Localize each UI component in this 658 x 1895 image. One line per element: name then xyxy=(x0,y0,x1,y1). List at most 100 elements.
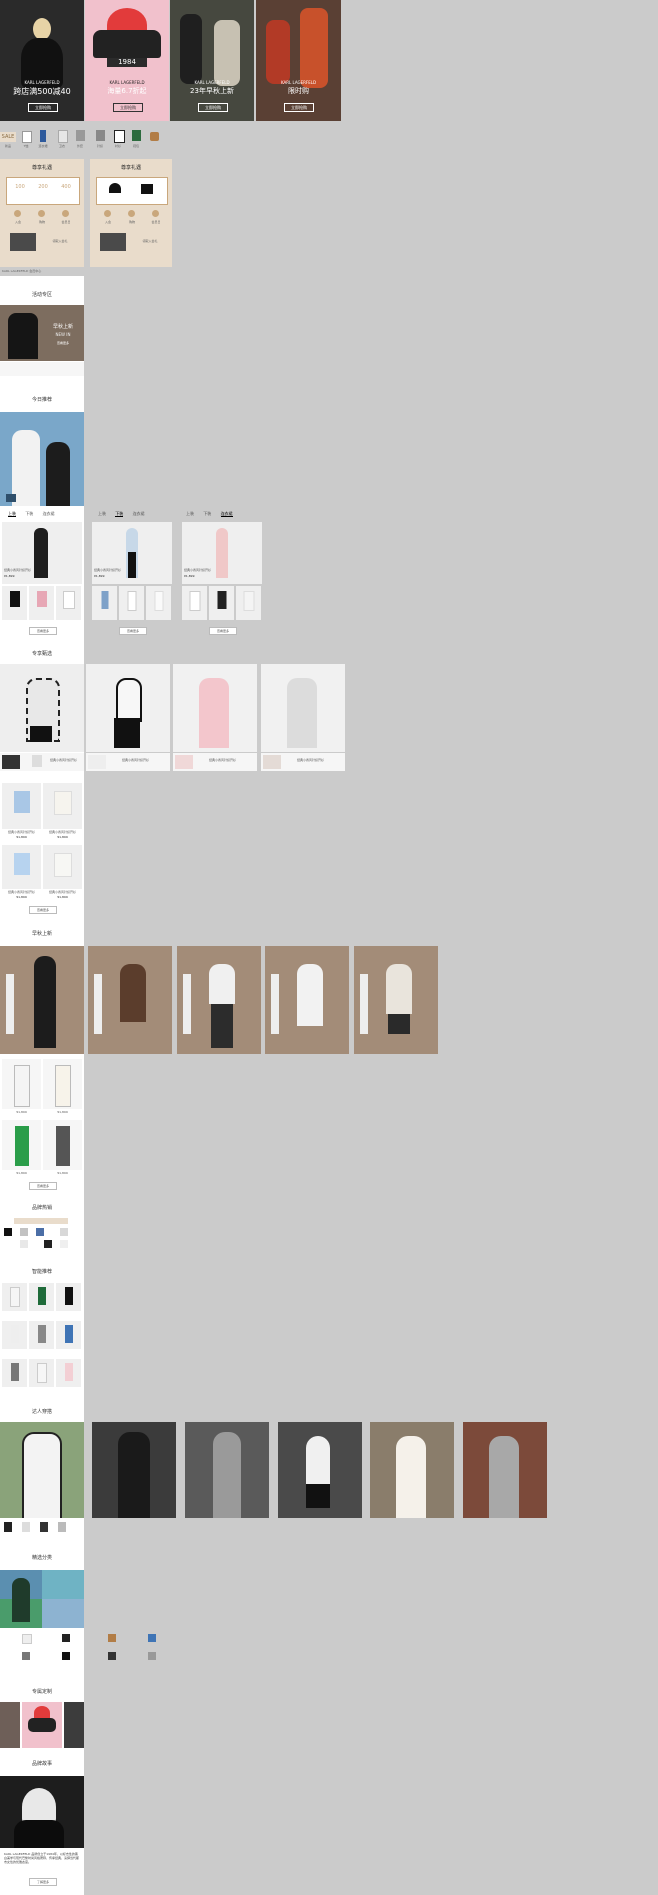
vip-card-foot[interactable]: 领取入会礼 xyxy=(130,239,170,243)
vip-card[interactable]: 尊享礼遇 100 200 400 入会 购物 会员日 领取入会礼 xyxy=(0,159,84,267)
look-image[interactable] xyxy=(354,946,438,1054)
product-thumb[interactable] xyxy=(22,1652,30,1660)
look-image[interactable] xyxy=(265,946,349,1054)
tab-dresses[interactable]: 连衣裙 xyxy=(220,511,233,517)
banner-4[interactable]: KARL LAGERFELD 限时购 立即抢购 xyxy=(256,0,341,121)
tab-bottoms[interactable]: 下装 xyxy=(203,511,211,516)
product-card[interactable] xyxy=(92,586,117,620)
product-thumb[interactable] xyxy=(22,1522,30,1532)
hero-image[interactable] xyxy=(0,412,84,506)
product-card[interactable] xyxy=(2,1120,41,1170)
vip-card[interactable]: 尊享礼遇 入会 购物 会员日 领取入会礼 xyxy=(90,159,172,267)
product-thumb[interactable] xyxy=(4,1228,12,1236)
more-button[interactable]: 查看更多 xyxy=(29,906,57,914)
influencer-image[interactable] xyxy=(185,1422,269,1518)
tab-tops[interactable]: 上装 xyxy=(186,511,194,516)
product-thumb[interactable] xyxy=(36,1228,44,1236)
more-button[interactable]: 查看更多 xyxy=(119,627,147,635)
product-card[interactable] xyxy=(43,1059,82,1109)
product-card[interactable] xyxy=(29,586,54,620)
influencer-image[interactable] xyxy=(278,1422,362,1518)
tab-bottoms[interactable]: 下装 xyxy=(25,511,33,516)
more-button[interactable]: 查看更多 xyxy=(29,627,57,635)
banner-cta-button[interactable]: 立即抢购 xyxy=(28,103,58,112)
banner-cta-button[interactable]: 立即抢购 xyxy=(113,103,143,112)
bag-icon[interactable] xyxy=(150,132,159,141)
product-card[interactable] xyxy=(119,586,144,620)
influencer-image[interactable] xyxy=(370,1422,454,1518)
product-card[interactable] xyxy=(2,783,41,829)
tab-bottoms[interactable]: 下装 xyxy=(115,511,124,517)
promo-cta[interactable]: 查看更多 xyxy=(44,341,82,345)
banner-cta-button[interactable]: 立即抢购 xyxy=(198,103,228,112)
product-card[interactable] xyxy=(29,1359,54,1387)
product-card[interactable] xyxy=(56,1283,81,1311)
look-image[interactable] xyxy=(0,946,84,1054)
hoodie-icon[interactable] xyxy=(58,130,68,143)
product-thumb[interactable] xyxy=(22,1634,32,1644)
product-card[interactable] xyxy=(43,1120,82,1170)
more-button[interactable]: 查看更多 xyxy=(209,627,237,635)
product-thumb[interactable] xyxy=(148,1652,156,1660)
product-card[interactable] xyxy=(29,1321,54,1349)
product-thumb[interactable] xyxy=(4,1522,12,1532)
product-thumb[interactable] xyxy=(20,1228,28,1236)
product-thumb[interactable] xyxy=(58,1522,66,1532)
look-image[interactable] xyxy=(173,664,257,752)
product-thumb[interactable] xyxy=(62,1652,70,1660)
look-image[interactable] xyxy=(0,664,84,752)
category-tile[interactable] xyxy=(42,1570,84,1599)
coat-icon[interactable] xyxy=(76,130,85,141)
tab-tops[interactable]: 上装 xyxy=(98,511,106,516)
shoe-icon[interactable] xyxy=(108,1652,116,1660)
sweater-icon[interactable] xyxy=(132,130,141,141)
product-thumb[interactable] xyxy=(60,1228,68,1236)
product-card[interactable] xyxy=(2,1359,27,1387)
influencer-image[interactable] xyxy=(463,1422,547,1518)
featured-product[interactable]: 经典小香风针织开衫 ¥1,899 xyxy=(92,522,172,584)
product-card[interactable] xyxy=(146,586,171,620)
shirt-icon[interactable] xyxy=(114,130,125,143)
product-card[interactable] xyxy=(2,1059,41,1109)
featured-product[interactable]: 经典小香风针织开衫 ¥1,899 xyxy=(182,522,262,584)
vip-card-foot[interactable]: 领取入会礼 xyxy=(40,239,80,243)
carousel-image[interactable] xyxy=(0,1702,20,1748)
look-image[interactable] xyxy=(88,946,172,1054)
banner-2[interactable]: 1984 KARL LAGERFELD 海量6.7折起 立即抢购 xyxy=(85,0,169,121)
promo-banner[interactable]: 早秋上新 NEW IN 查看更多 xyxy=(0,305,84,361)
bag-icon[interactable] xyxy=(108,1634,116,1642)
product-thumb[interactable] xyxy=(60,1240,68,1248)
product-card[interactable] xyxy=(43,783,82,829)
influencer-image[interactable] xyxy=(92,1422,176,1518)
product-card[interactable] xyxy=(2,845,41,889)
product-card[interactable] xyxy=(2,1321,27,1349)
product-card[interactable] xyxy=(209,586,234,620)
product-thumb[interactable] xyxy=(20,1240,28,1248)
banner-1[interactable]: KARL LAGERFELD 跨店满500减40 立即抢购 xyxy=(0,0,84,121)
product-card[interactable] xyxy=(2,586,27,620)
product-card[interactable] xyxy=(56,1359,81,1387)
banner-3[interactable]: KARL LAGERFELD 23年早秋上新 立即抢购 xyxy=(170,0,254,121)
knit-icon[interactable] xyxy=(96,130,105,141)
product-card[interactable] xyxy=(56,586,81,620)
tab-tops[interactable]: 上装 xyxy=(8,511,16,517)
look-image[interactable] xyxy=(261,664,345,752)
dress-icon[interactable] xyxy=(40,130,46,142)
banner-cta-button[interactable]: 立即抢购 xyxy=(284,103,314,112)
product-card[interactable] xyxy=(43,845,82,889)
carousel-image[interactable] xyxy=(22,1702,62,1748)
look-image[interactable] xyxy=(86,664,170,752)
influencer-image[interactable] xyxy=(0,1422,84,1518)
product-card[interactable] xyxy=(29,1283,54,1311)
brand-story-button[interactable]: 了解更多 xyxy=(29,1878,57,1886)
product-thumb[interactable] xyxy=(44,1240,52,1248)
tab-dresses[interactable]: 连衣裙 xyxy=(133,511,145,516)
look-image[interactable] xyxy=(177,946,261,1054)
product-card[interactable] xyxy=(236,586,261,620)
product-card[interactable] xyxy=(182,586,207,620)
product-card[interactable] xyxy=(2,1283,27,1311)
category-tile[interactable] xyxy=(42,1599,84,1628)
tshirt-icon[interactable] xyxy=(22,131,32,143)
sale-tab[interactable]: SALE xyxy=(0,132,16,142)
product-thumb[interactable] xyxy=(62,1634,70,1642)
